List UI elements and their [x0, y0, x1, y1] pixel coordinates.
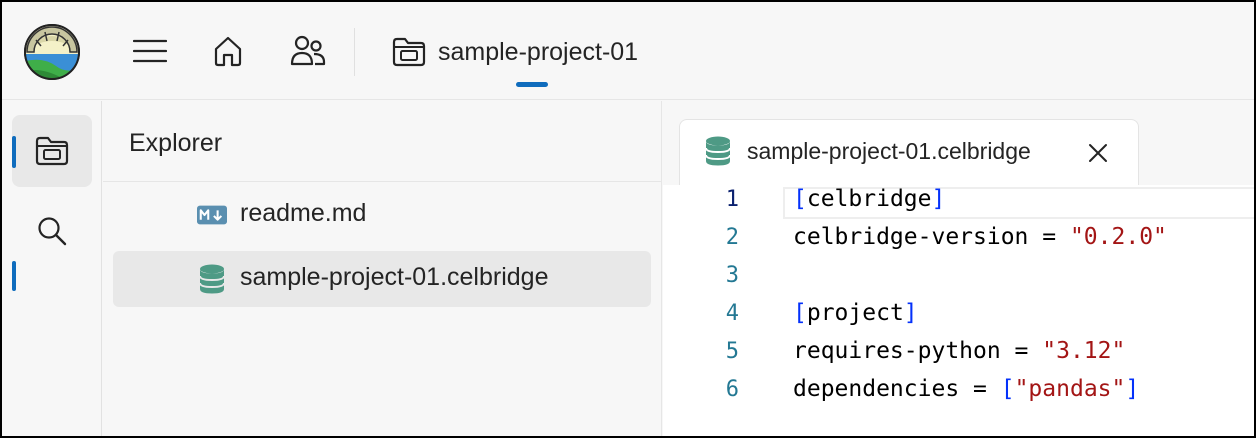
tab-close-button[interactable]	[1084, 139, 1112, 167]
code-line: 4 [project]	[663, 299, 1254, 337]
code-text: celbridge-version = "0.2.0"	[793, 224, 1167, 250]
code-text: [celbridge]	[793, 186, 946, 212]
code-editor[interactable]: 1 [celbridge] 2 celbridge-version = "0.2…	[663, 185, 1254, 436]
editor-tab[interactable]: sample-project-01.celbridge	[679, 119, 1139, 185]
code-text: [project]	[793, 300, 918, 326]
folder-icon	[35, 136, 69, 166]
top-bar: sample-project-01	[2, 2, 1254, 100]
file-item-readme[interactable]: readme.md	[113, 187, 651, 243]
database-icon	[197, 264, 227, 294]
explorer-divider	[103, 181, 662, 182]
line-number: 6	[725, 377, 739, 402]
file-item-celbridge[interactable]: sample-project-01.celbridge	[113, 251, 651, 307]
active-tab-indicator	[516, 82, 548, 87]
activity-rail	[2, 101, 102, 436]
code-text: requires-python = "3.12"	[793, 338, 1126, 364]
file-selection-indicator	[12, 261, 16, 291]
app-logo	[24, 24, 80, 80]
database-icon	[704, 136, 732, 166]
app-window: sample-project-01 Explorer readme.md sam…	[2, 2, 1254, 436]
menu-button[interactable]	[130, 31, 170, 71]
string-token: "0.2.0"	[1069, 224, 1167, 250]
code-text: dependencies = ["pandas"]	[793, 376, 1140, 402]
file-name: readme.md	[240, 199, 367, 227]
rail-explorer-button[interactable]	[12, 115, 92, 187]
code-line: 3	[663, 261, 1254, 299]
explorer-title: Explorer	[129, 129, 223, 157]
code-line: 6 dependencies = ["pandas"]	[663, 375, 1254, 413]
people-button[interactable]	[288, 31, 328, 71]
editor-tab-strip: sample-project-01.celbridge	[663, 101, 1254, 185]
close-icon	[1089, 144, 1107, 162]
home-icon	[214, 36, 242, 67]
bracket-token: [	[793, 300, 807, 326]
line-number: 3	[725, 263, 739, 288]
bracket-token: [	[793, 186, 807, 212]
string-token: "pandas"	[1014, 376, 1126, 402]
folder-icon	[392, 37, 426, 67]
editor-area: sample-project-01.celbridge 1 [celbridge…	[663, 101, 1254, 436]
markdown-icon	[197, 200, 227, 230]
home-button[interactable]	[208, 31, 248, 71]
line-number: 5	[725, 339, 739, 364]
hamburger-menu-icon	[133, 39, 167, 63]
search-icon	[38, 217, 67, 246]
bracket-token: ]	[903, 300, 918, 326]
line-number: 2	[725, 225, 739, 250]
explorer-panel: Explorer readme.md sample-project-01.cel…	[103, 101, 662, 436]
project-name: sample-project-01	[438, 37, 639, 66]
bracket-token: [	[1000, 376, 1015, 402]
code-line: 2 celbridge-version = "0.2.0"	[663, 223, 1254, 261]
file-name: sample-project-01.celbridge	[240, 263, 549, 291]
line-number: 1	[725, 187, 739, 212]
people-icon	[290, 35, 326, 66]
toolbar-divider	[354, 28, 355, 76]
rail-search-button[interactable]	[12, 195, 92, 267]
project-breadcrumb[interactable]: sample-project-01	[392, 30, 638, 74]
code-line: 5 requires-python = "3.12"	[663, 337, 1254, 375]
string-token: "3.12"	[1042, 338, 1126, 364]
bracket-token: ]	[931, 186, 946, 212]
bracket-token: ]	[1125, 376, 1140, 402]
tab-label: sample-project-01.celbridge	[747, 138, 1031, 164]
line-number: 4	[725, 301, 739, 326]
rail-active-indicator	[12, 136, 16, 168]
code-line: 1 [celbridge]	[663, 185, 1254, 223]
